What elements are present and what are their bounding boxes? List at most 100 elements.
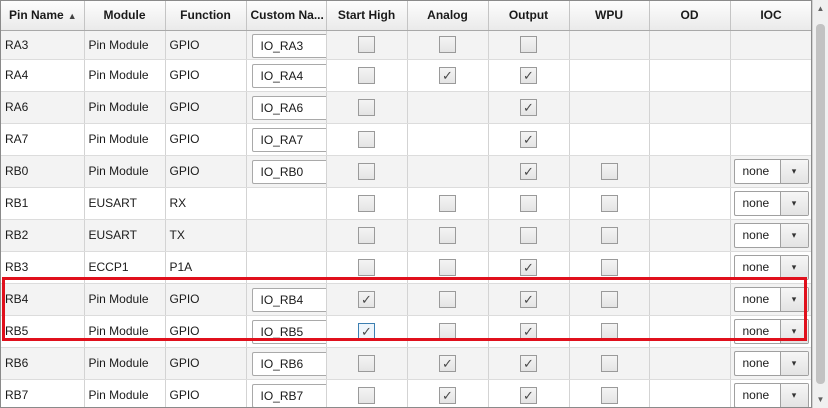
chevron-down-icon[interactable]: ▾	[779, 351, 808, 375]
output-checkbox[interactable]	[520, 226, 537, 244]
analog-checkbox[interactable]	[439, 290, 456, 308]
output-checkbox[interactable]: ✓	[520, 258, 537, 276]
start-high-checkbox[interactable]	[358, 36, 375, 53]
table-row[interactable]: RB4 Pin Module GPIO IO_RB4 ✓ ✓ none ▾	[1, 283, 811, 316]
od-cell	[649, 219, 731, 252]
wpu-checkbox[interactable]	[600, 386, 618, 404]
custom-name-input[interactable]: IO_RA6	[251, 96, 325, 120]
table-row[interactable]: RB5 Pin Module GPIO IO_RB5 ✓ ✓ none ▾	[1, 315, 811, 348]
column-header-start-high[interactable]: Start High	[326, 1, 408, 31]
ioc-dropdown[interactable]: none ▾	[733, 286, 809, 312]
start-high-checkbox[interactable]	[358, 66, 375, 84]
output-checkbox[interactable]: ✓	[520, 386, 537, 404]
wpu-checkbox[interactable]	[600, 194, 618, 212]
table-row[interactable]: RA7 Pin Module GPIO IO_RA7 ✓	[1, 123, 811, 156]
custom-name-input[interactable]: IO_RA3	[251, 33, 325, 58]
table-row[interactable]: RB6 Pin Module GPIO IO_RB6 ✓ ✓ none ▾	[1, 347, 811, 380]
start-high-checkbox[interactable]	[358, 258, 375, 276]
wpu-checkbox[interactable]	[600, 162, 618, 180]
output-checkbox[interactable]	[520, 36, 537, 53]
scrollbar-thumb[interactable]	[816, 24, 825, 384]
analog-checkbox[interactable]: ✓	[439, 66, 456, 84]
analog-checkbox[interactable]	[439, 226, 456, 244]
ioc-dropdown[interactable]: none ▾	[733, 318, 809, 344]
start-high-checkbox[interactable]	[358, 194, 375, 212]
start-high-checkbox[interactable]	[358, 162, 375, 180]
start-high-checkbox[interactable]	[358, 386, 375, 404]
chevron-down-icon[interactable]: ▾	[779, 383, 808, 407]
output-checkbox[interactable]: ✓	[520, 66, 537, 84]
start-high-checkbox[interactable]	[358, 98, 375, 116]
column-header-output[interactable]: Output	[488, 1, 570, 31]
checkmark-icon: ✓	[523, 291, 534, 307]
column-header-module[interactable]: Module	[84, 1, 166, 31]
start-high-checkbox[interactable]	[358, 226, 375, 244]
wpu-checkbox[interactable]	[600, 290, 618, 308]
custom-name-input[interactable]: IO_RB4	[251, 288, 325, 312]
ioc-dropdown[interactable]: none ▾	[733, 222, 809, 248]
chevron-down-icon[interactable]: ▾	[779, 287, 808, 311]
table-row[interactable]: RB0 Pin Module GPIO IO_RB0 ✓ none ▾	[1, 155, 811, 188]
ioc-dropdown[interactable]: none ▾	[733, 382, 809, 407]
custom-name-input[interactable]: IO_RA4	[251, 64, 325, 88]
start-high-checkbox[interactable]: ✓	[358, 322, 375, 340]
analog-checkbox[interactable]: ✓	[439, 386, 456, 404]
function-cell: GPIO	[165, 91, 247, 124]
ioc-dropdown[interactable]: none ▾	[733, 350, 809, 376]
column-header-custom-name[interactable]: Custom Na...	[246, 1, 327, 31]
table-row[interactable]: RB1 EUSART RX none ▾	[1, 187, 811, 220]
output-checkbox[interactable]: ✓	[520, 322, 537, 340]
output-checkbox[interactable]: ✓	[520, 98, 537, 116]
vertical-scrollbar[interactable]: ▲ ▼	[812, 0, 828, 408]
table-row[interactable]: RB7 Pin Module GPIO IO_RB7 ✓ ✓ none ▾	[1, 379, 811, 407]
analog-checkbox[interactable]: ✓	[439, 354, 456, 372]
column-header-analog[interactable]: Analog	[407, 1, 489, 31]
chevron-down-icon[interactable]: ▾	[779, 255, 808, 279]
output-checkbox[interactable]: ✓	[520, 130, 537, 148]
ioc-dropdown[interactable]: none ▾	[733, 254, 809, 280]
column-header-function[interactable]: Function	[165, 1, 247, 31]
chevron-down-icon[interactable]: ▾	[779, 159, 808, 183]
start-high-cell	[326, 379, 408, 407]
wpu-checkbox[interactable]	[600, 322, 618, 340]
column-header-ioc[interactable]: IOC	[730, 1, 811, 31]
column-header-pin-name[interactable]: Pin Name ▲	[1, 1, 85, 31]
analog-checkbox[interactable]	[439, 322, 456, 340]
analog-checkbox[interactable]	[439, 258, 456, 276]
custom-name-input[interactable]: IO_RB0	[251, 160, 325, 184]
pin-name-cell: RB4	[1, 283, 85, 316]
chevron-down-icon[interactable]: ▾	[779, 319, 808, 343]
wpu-checkbox[interactable]	[600, 226, 618, 244]
table-row[interactable]: RB3 ECCP1 P1A ✓ none ▾	[1, 251, 811, 284]
pin-name-cell: RB5	[1, 315, 85, 348]
table-row[interactable]: RA4 Pin Module GPIO IO_RA4 ✓ ✓	[1, 59, 811, 92]
table-row[interactable]: RA3 Pin Module GPIO IO_RA3	[1, 30, 811, 60]
output-checkbox[interactable]: ✓	[520, 290, 537, 308]
custom-name-input[interactable]: IO_RB5	[251, 320, 325, 344]
output-cell: ✓	[488, 315, 570, 348]
wpu-checkbox[interactable]	[600, 354, 618, 372]
checkmark-icon: ✓	[442, 387, 453, 403]
chevron-down-icon[interactable]: ▾	[779, 223, 808, 247]
column-header-od[interactable]: OD	[649, 1, 731, 31]
table-row[interactable]: RA6 Pin Module GPIO IO_RA6 ✓	[1, 91, 811, 124]
column-header-wpu[interactable]: WPU	[569, 1, 650, 31]
custom-name-input[interactable]: IO_RB6	[251, 352, 325, 376]
output-checkbox[interactable]: ✓	[520, 162, 537, 180]
start-high-checkbox[interactable]	[358, 354, 375, 372]
scroll-down-icon[interactable]: ▼	[813, 391, 828, 408]
scroll-up-icon[interactable]: ▲	[813, 0, 828, 17]
wpu-checkbox[interactable]	[600, 258, 618, 276]
analog-checkbox[interactable]	[439, 36, 456, 53]
table-row[interactable]: RB2 EUSART TX none ▾	[1, 219, 811, 252]
ioc-dropdown[interactable]: none ▾	[733, 158, 809, 184]
custom-name-input[interactable]: IO_RA7	[251, 128, 325, 152]
custom-name-input[interactable]: IO_RB7	[251, 384, 325, 407]
start-high-checkbox[interactable]	[358, 130, 375, 148]
output-checkbox[interactable]	[520, 194, 537, 212]
start-high-checkbox[interactable]: ✓	[358, 290, 375, 308]
ioc-dropdown[interactable]: none ▾	[733, 190, 809, 216]
analog-checkbox[interactable]	[439, 194, 456, 212]
chevron-down-icon[interactable]: ▾	[779, 191, 808, 215]
output-checkbox[interactable]: ✓	[520, 354, 537, 372]
